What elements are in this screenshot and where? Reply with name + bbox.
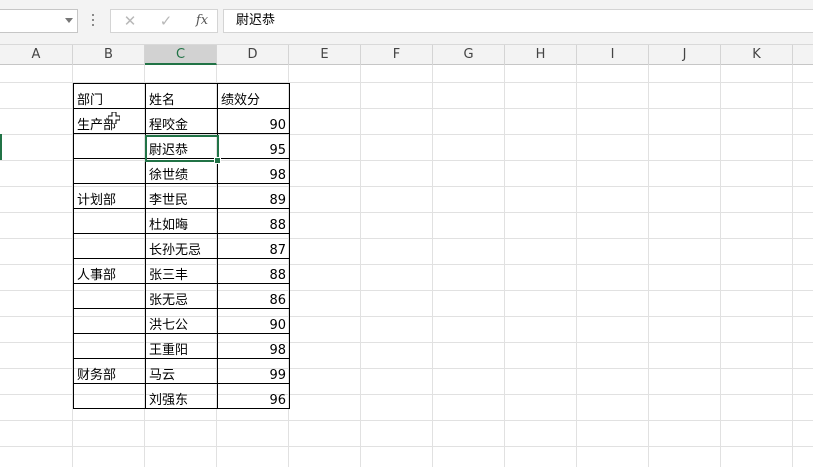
cell-score[interactable]: 90 — [217, 108, 290, 134]
cell-name[interactable]: 洪七公 — [145, 308, 218, 334]
table-header-row: 部门 姓名 绩效分 — [73, 83, 290, 109]
cell-name[interactable]: 长孙无忌 — [145, 233, 218, 259]
column-header-g[interactable]: G — [433, 45, 505, 65]
table-row: 计划部 李世民 89 — [73, 183, 290, 209]
cell-name[interactable]: 刘强东 — [145, 383, 218, 409]
column-header-row: A B C D E F G H I J K — [0, 44, 813, 65]
cell-name[interactable]: 王重阳 — [145, 333, 218, 359]
column-header-b[interactable]: B — [73, 45, 145, 65]
cell-dept[interactable]: 财务部 — [73, 358, 146, 384]
cell-score[interactable]: 98 — [217, 333, 290, 359]
cell-c-header[interactable]: 姓名 — [145, 83, 218, 109]
formula-bar-area: ✕ ✓ fx 尉迟恭 — [0, 0, 813, 44]
column-header-k[interactable]: K — [721, 45, 793, 65]
active-row-marker — [0, 134, 2, 160]
table-row: 徐世绩 98 — [73, 158, 290, 184]
cell-score[interactable]: 88 — [217, 208, 290, 234]
cell-score[interactable]: 98 — [217, 158, 290, 184]
cancel-icon[interactable]: ✕ — [115, 10, 145, 32]
table-row: 生产部 程咬金 90 — [73, 108, 290, 134]
column-header-i[interactable]: I — [577, 45, 649, 65]
cell-dept[interactable] — [73, 333, 146, 359]
table-row: 长孙无忌 87 — [73, 233, 290, 259]
column-header-a[interactable]: A — [0, 45, 73, 65]
column-header-c[interactable]: C — [145, 45, 217, 65]
formula-buttons: ✕ ✓ fx — [110, 9, 218, 33]
cell-score[interactable]: 99 — [217, 358, 290, 384]
name-box[interactable] — [0, 9, 78, 33]
cell-dept[interactable]: 计划部 — [73, 183, 146, 209]
formula-input[interactable]: 尉迟恭 — [223, 9, 813, 33]
cell-score[interactable]: 89 — [217, 183, 290, 209]
table-row: 财务部 马云 99 — [73, 358, 290, 384]
cell-dept[interactable] — [73, 233, 146, 259]
cell-b-header[interactable]: 部门 — [73, 83, 146, 109]
table-row: 王重阳 98 — [73, 333, 290, 359]
column-header-e[interactable]: E — [289, 45, 361, 65]
cell-score[interactable]: 86 — [217, 283, 290, 309]
cell-dept[interactable] — [73, 383, 146, 409]
column-header-f[interactable]: F — [361, 45, 433, 65]
cell-score[interactable]: 95 — [217, 133, 290, 159]
cell-name[interactable]: 马云 — [145, 358, 218, 384]
cell-name[interactable]: 程咬金 — [145, 108, 218, 134]
cursor-cross-icon — [108, 112, 120, 124]
table-row: 人事部 张三丰 88 — [73, 258, 290, 284]
performance-table: 部门 姓名 绩效分 生产部 程咬金 90 尉迟恭 95 徐世绩 98 计划部 李… — [73, 83, 290, 409]
cell-score[interactable]: 90 — [217, 308, 290, 334]
column-header-j[interactable]: J — [649, 45, 721, 65]
enter-icon[interactable]: ✓ — [151, 10, 181, 32]
cell-dept[interactable] — [73, 308, 146, 334]
cell-dept[interactable] — [73, 283, 146, 309]
cell-d-header[interactable]: 绩效分 — [217, 83, 290, 109]
cell-score[interactable]: 87 — [217, 233, 290, 259]
cell-name[interactable]: 张无忌 — [145, 283, 218, 309]
column-header-h[interactable]: H — [505, 45, 577, 65]
chevron-down-icon[interactable] — [65, 18, 73, 23]
insert-function-button[interactable]: fx — [187, 10, 217, 32]
more-handle-icon[interactable] — [92, 14, 94, 28]
cell-name[interactable]: 尉迟恭 — [145, 133, 218, 159]
cell-name[interactable]: 张三丰 — [145, 258, 218, 284]
cell-dept[interactable] — [73, 208, 146, 234]
cell-score[interactable]: 96 — [217, 383, 290, 409]
table-row: 张无忌 86 — [73, 283, 290, 309]
table-row: 杜如晦 88 — [73, 208, 290, 234]
cell-dept[interactable]: 人事部 — [73, 258, 146, 284]
cell-name[interactable]: 徐世绩 — [145, 158, 218, 184]
column-header-d[interactable]: D — [217, 45, 289, 65]
table-row: 刘强东 96 — [73, 383, 290, 409]
cell-dept[interactable] — [73, 133, 146, 159]
cell-name[interactable]: 杜如晦 — [145, 208, 218, 234]
table-row: 洪七公 90 — [73, 308, 290, 334]
table-row: 尉迟恭 95 — [73, 133, 290, 159]
cell-dept[interactable] — [73, 158, 146, 184]
cell-name[interactable]: 李世民 — [145, 183, 218, 209]
cell-score[interactable]: 88 — [217, 258, 290, 284]
